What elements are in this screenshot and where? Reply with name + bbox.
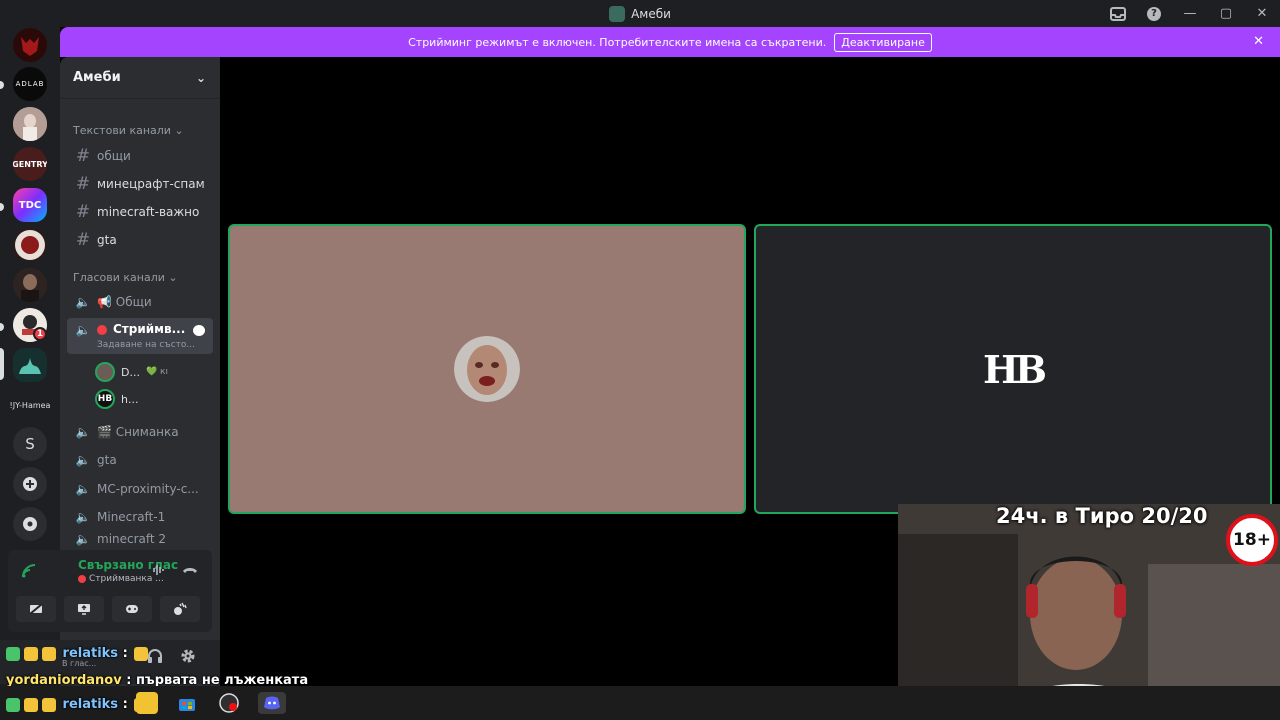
avatar: HB <box>95 389 115 409</box>
os-taskbar: relatiks : <box>0 686 1280 720</box>
window-controls: ? — ▢ ✕ <box>1100 0 1280 27</box>
server-tdc[interactable]: TDC <box>13 188 47 222</box>
inbox-icon[interactable] <box>1100 0 1136 27</box>
chat-overlay-line: relatiks : <box>4 697 150 712</box>
mention-badge: 1 <box>33 327 47 341</box>
voice-channel-filming[interactable]: 🔈 🎬 Сниманка <box>67 419 213 445</box>
speaker-icon: 🔈 <box>75 323 91 337</box>
server-header[interactable]: Амеби ⌄ <box>60 57 220 99</box>
server-photo[interactable] <box>13 107 47 141</box>
store-icon[interactable] <box>176 692 198 714</box>
phone-hangup-icon[interactable] <box>182 563 198 581</box>
title-bar: Амеби ? — ▢ ✕ <box>0 0 1280 27</box>
channel-minecraft-spam[interactable]: # минецрафт-спам <box>67 171 213 197</box>
speaker-icon: 🔈 <box>75 295 91 309</box>
screen-share-icon <box>78 604 90 615</box>
voice-channel-streaming[interactable]: 🔈 Стриймв... Задаване на състо... <box>67 318 213 354</box>
channel-gta[interactable]: # gta <box>67 227 213 253</box>
hash-icon: # <box>75 146 91 166</box>
maximize-button[interactable]: ▢ <box>1208 0 1244 27</box>
speaker-icon: 🔈 <box>75 453 91 467</box>
help-icon: ? <box>1147 6 1161 21</box>
chat-icon[interactable] <box>193 325 205 336</box>
voice-connected-panel: Свързано глас Стриймванка ... <box>8 550 212 632</box>
live-dot <box>78 575 86 583</box>
video-tile-user-1[interactable] <box>228 224 746 514</box>
age-rating-badge: 18+ <box>1226 514 1278 566</box>
screen-share-button[interactable] <box>64 596 104 622</box>
unread-pill <box>0 81 4 89</box>
activities-button[interactable] <box>112 596 152 622</box>
server-name: Амеби <box>73 70 121 85</box>
speaker-icon: 🔈 <box>75 532 91 546</box>
add-server-button[interactable] <box>13 467 47 501</box>
file-explorer-icon[interactable] <box>136 692 158 714</box>
server-ameby[interactable] <box>13 348 47 382</box>
avatar <box>95 362 115 382</box>
help-button[interactable]: ? <box>1136 0 1172 27</box>
voice-channel-link[interactable]: Стриймванка ... <box>78 574 164 584</box>
hash-icon: # <box>75 174 91 194</box>
server-icon <box>609 5 626 22</box>
server-folder-label[interactable]: !JY-Hamea <box>0 401 60 410</box>
window-title-text: Амеби <box>631 6 671 21</box>
streamer-mode-banner: Стрийминг режимът е включен. Потребителс… <box>60 27 1280 57</box>
stream-title: 24ч. в Тиро 20/20 <box>996 504 1208 528</box>
channel-minecraft-important[interactable]: # minecraft-важно <box>67 199 213 225</box>
discover-button[interactable] <box>13 507 47 541</box>
server-man[interactable] <box>13 268 47 302</box>
server-gentry[interactable]: GENTRY <box>13 147 47 181</box>
voice-channel-minecraft-1[interactable]: 🔈 Minecraft-1 <box>67 504 213 530</box>
plus-icon <box>23 477 37 491</box>
category-voice[interactable]: Гласови канали ⌄ <box>73 271 178 284</box>
voice-channel-gta[interactable]: 🔈 gta <box>67 447 213 473</box>
channel-general[interactable]: # общи <box>67 143 213 169</box>
deactivate-button[interactable]: Деактивиране <box>834 32 932 52</box>
unread-pill <box>0 203 4 211</box>
unread-pill <box>0 323 4 331</box>
streamer-mode-text: Стрийминг режимът е включен. Потребителс… <box>408 35 827 49</box>
chevron-down-icon: ⌄ <box>195 70 206 85</box>
server-adlab[interactable]: ADLAB <box>13 67 47 101</box>
server-wolf[interactable] <box>13 28 47 62</box>
speaker-icon: 🔈 <box>75 510 91 524</box>
speaker-icon: 🔈 <box>75 425 91 439</box>
signal-icon[interactable] <box>22 564 36 582</box>
set-status-hint[interactable]: Задаване на състо... <box>97 340 195 350</box>
minimize-button[interactable]: — <box>1172 0 1208 27</box>
hb-logo: HB <box>982 346 1047 392</box>
gamepad-icon <box>126 605 138 613</box>
noise-suppression-icon[interactable] <box>152 563 166 581</box>
obs-icon[interactable] <box>218 692 240 714</box>
soundboard-button[interactable] <box>160 596 200 622</box>
close-window-button[interactable]: ✕ <box>1244 0 1280 27</box>
hash-icon: # <box>75 202 91 222</box>
camera-off-icon <box>29 603 43 615</box>
live-dot <box>97 325 107 335</box>
voice-member[interactable]: D... 💚 кı <box>95 360 168 384</box>
camera-off-button[interactable] <box>16 596 56 622</box>
discord-taskbar-icon[interactable] <box>258 692 286 714</box>
voice-channel-general[interactable]: 🔈 📢 Общи <box>67 289 213 315</box>
voice-member[interactable]: HB h... <box>95 387 138 411</box>
server-crimson[interactable] <box>13 228 47 262</box>
voice-channel-mc-proximity[interactable]: 🔈 MC-proximity-c... <box>67 476 213 502</box>
chat-overlay-line: relatiks : <box>4 646 150 661</box>
voice-channel-minecraft-2[interactable]: 🔈 minecraft 2 <box>67 532 213 546</box>
gear-icon[interactable] <box>180 648 196 668</box>
video-tile-user-2[interactable]: HB <box>754 224 1272 514</box>
selected-pill <box>0 348 4 380</box>
discord-app: Амеби ? — ▢ ✕ ADLAB GENTRY TDC 1 !JY-Ham… <box>0 0 1280 720</box>
close-icon[interactable]: ✕ <box>1253 34 1264 49</box>
soundboard-icon <box>174 602 187 615</box>
hash-icon: # <box>75 230 91 250</box>
speaker-icon: 🔈 <box>75 482 91 496</box>
window-title: Амеби <box>609 5 671 22</box>
category-text[interactable]: Текстови канали ⌄ <box>73 124 184 137</box>
compass-icon <box>23 517 37 531</box>
avatar <box>454 336 520 402</box>
server-s[interactable]: S <box>13 427 47 461</box>
